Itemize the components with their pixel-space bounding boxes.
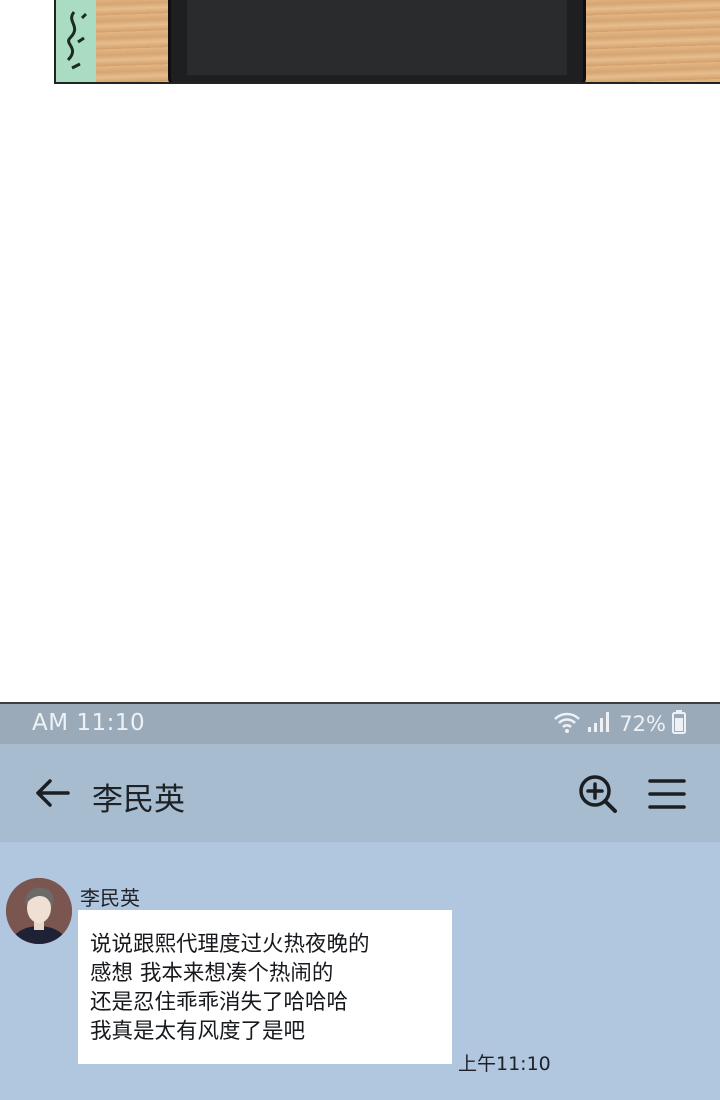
- wifi-icon: [553, 710, 581, 738]
- back-arrow-icon[interactable]: [34, 778, 70, 812]
- zoom-in-icon[interactable]: [578, 774, 618, 818]
- status-time: AM 11:10: [32, 710, 146, 736]
- message-line: 还是忍住乖乖消失了哈哈哈: [90, 990, 349, 1015]
- message-timestamp: 上午11:10: [458, 1053, 551, 1075]
- avatar[interactable]: [6, 878, 72, 944]
- battery-icon: [672, 710, 686, 738]
- battery-percent: 72%: [619, 712, 666, 736]
- chat-header: 李民英: [0, 744, 720, 842]
- phone-device-illustration: [168, 0, 586, 82]
- plant-pattern: [56, 0, 96, 82]
- messenger-screen: AM 11:10 72% 李民英 李民英 说说跟熙代理度过火热夜晚的 感想 我本…: [0, 702, 720, 1100]
- status-bar: AM 11:10 72%: [0, 704, 720, 744]
- menu-icon[interactable]: [648, 778, 686, 814]
- status-icons: 72%: [553, 710, 686, 738]
- sender-name: 李民英: [80, 886, 140, 910]
- message-line: 说说跟熙代理度过火热夜晚的: [90, 932, 370, 957]
- message-line: 感想 我本来想凑个热闹的: [90, 961, 334, 986]
- message-line: 我真是太有风度了是吧: [90, 1019, 306, 1044]
- message-bubble[interactable]: 说说跟熙代理度过火热夜晚的 感想 我本来想凑个热闹的 还是忍住乖乖消失了哈哈哈 …: [78, 910, 452, 1064]
- chat-title: 李民英: [92, 782, 185, 818]
- signal-icon: [587, 710, 613, 738]
- comic-panel-image: [54, 0, 720, 84]
